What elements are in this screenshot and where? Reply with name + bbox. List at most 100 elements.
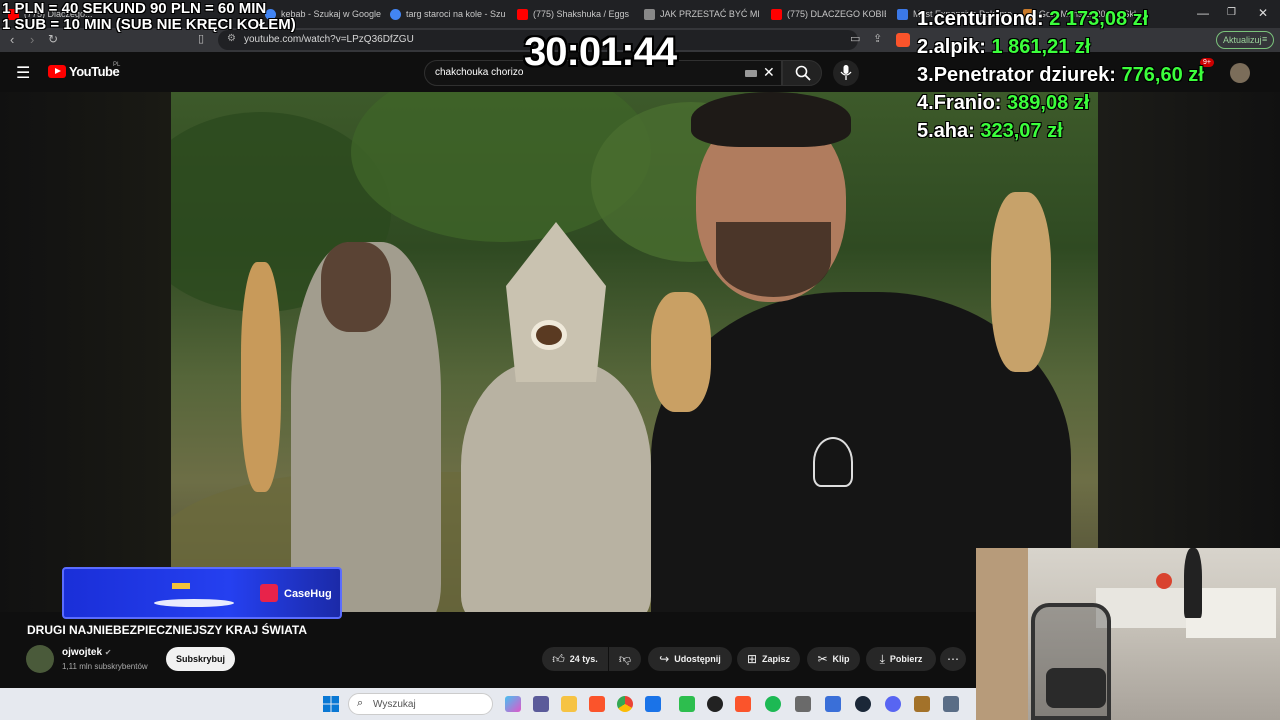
leaderboard-row: 4.Franio: 389,08 zł bbox=[917, 92, 1090, 114]
obs-icon[interactable] bbox=[707, 696, 723, 712]
brave-shield-icon[interactable] bbox=[896, 33, 910, 47]
download-icon: ⤓ bbox=[879, 651, 885, 666]
menu-icon: ≡ bbox=[1262, 34, 1268, 44]
channel-avatar[interactable] bbox=[26, 645, 54, 673]
google-favicon-icon bbox=[390, 8, 401, 20]
dislike-button[interactable]: 👎︎ bbox=[609, 647, 641, 671]
leaderboard-row: 5.aha: 323,07 zł bbox=[917, 120, 1063, 142]
calculator-icon[interactable] bbox=[795, 696, 811, 712]
painted-figure-face bbox=[321, 242, 391, 332]
grass-tassel bbox=[241, 262, 281, 492]
tribal-mask bbox=[506, 222, 606, 382]
task-view-icon[interactable] bbox=[533, 696, 549, 712]
donation-rate-text: 1 PLN = 40 SEKUND 90 PLN = 60 MIN bbox=[2, 0, 267, 17]
grass-tassel bbox=[651, 292, 711, 412]
subathon-timer: 30:01:44 bbox=[524, 30, 677, 74]
browser-tab[interactable]: (775) DLACZEGO KOBIETY bbox=[771, 4, 886, 24]
spotify-icon[interactable] bbox=[765, 696, 781, 712]
account-avatar[interactable] bbox=[1230, 63, 1250, 83]
hamburger-menu-icon[interactable]: ☰ bbox=[16, 63, 30, 83]
donation-leaderboard: 1.centuriond: 2 173,08 zł 2.alpik: 1 861… bbox=[917, 8, 1204, 148]
discord-icon[interactable] bbox=[885, 696, 901, 712]
player-letterbox-left bbox=[0, 92, 171, 612]
back-icon[interactable]: ‹ bbox=[10, 32, 14, 47]
app-icon[interactable] bbox=[645, 696, 661, 712]
subscribe-button[interactable]: Subskrybuj bbox=[166, 647, 235, 671]
browser-tab[interactable]: JAK PRZESTAĆ BYĆ MIŁYM bbox=[644, 4, 759, 24]
webcam-overlay bbox=[976, 548, 1280, 720]
site-info-icon[interactable]: ⚙ bbox=[227, 33, 236, 44]
brave-browser-icon[interactable] bbox=[589, 696, 605, 712]
maximize-icon[interactable]: ❐ bbox=[1227, 7, 1236, 18]
painted-figure bbox=[461, 362, 651, 612]
person-beard bbox=[716, 222, 831, 297]
subscription-rate-text: 1 SUB = 10 MIN (SUB NIE KRĘCI KOŁEM) bbox=[2, 16, 296, 33]
channel-name[interactable]: ojwojtek ✔ bbox=[62, 647, 112, 658]
close-window-icon[interactable]: ✕ bbox=[1258, 6, 1268, 20]
page-favicon-icon bbox=[644, 8, 655, 20]
windows-taskbar: ⌕ Wyszukaj bbox=[0, 688, 976, 720]
leaderboard-row: 1.centuriond: 2 173,08 zł bbox=[917, 8, 1149, 30]
youtube-favicon-icon bbox=[517, 8, 528, 20]
windows-start-icon[interactable] bbox=[323, 696, 339, 712]
search-button[interactable] bbox=[782, 60, 822, 86]
person-in-kitchen bbox=[1184, 548, 1202, 618]
more-actions-button[interactable]: ⋯ bbox=[940, 647, 966, 671]
game-icon[interactable] bbox=[914, 696, 930, 712]
thumbs-up-icon: 👍︎ bbox=[552, 651, 565, 666]
leaderboard-row: 2.alpik: 1 861,21 zł bbox=[917, 36, 1091, 58]
save-button[interactable]: ⊞ Zapisz bbox=[737, 647, 800, 671]
youtube-logo-text[interactable]: YouTube bbox=[69, 64, 120, 79]
search-icon: ⌕ bbox=[357, 697, 364, 709]
youtube-logo-icon[interactable] bbox=[48, 65, 66, 78]
casehug-logo-icon bbox=[260, 584, 278, 602]
share-icon: ↪ bbox=[659, 652, 670, 666]
notepad-icon[interactable] bbox=[825, 696, 841, 712]
microphone-icon bbox=[840, 65, 852, 80]
forward-icon[interactable]: › bbox=[30, 32, 34, 47]
microphone bbox=[1046, 668, 1106, 708]
xbox-icon[interactable] bbox=[679, 696, 695, 712]
player-letterbox-right bbox=[1098, 92, 1280, 548]
sponsor-name: CaseHug bbox=[284, 588, 332, 600]
more-icon: ⋯ bbox=[947, 652, 959, 666]
taskbar-search-input[interactable]: ⌕ Wyszukaj bbox=[348, 693, 493, 715]
grass-tassel bbox=[991, 192, 1051, 372]
share-page-icon[interactable]: ⇪ bbox=[873, 32, 882, 45]
gold-bar-graphic bbox=[172, 583, 190, 589]
browser-tab[interactable]: (775) Shakshuka / Eggs po bbox=[517, 4, 632, 24]
sponsor-banner: CaseHug bbox=[62, 567, 342, 619]
clear-search-icon[interactable]: ✕ bbox=[763, 64, 775, 81]
update-browser-button[interactable]: Aktualizuj ≡ bbox=[1216, 31, 1274, 49]
country-code: PL bbox=[113, 62, 121, 68]
tribal-mask-mouth bbox=[531, 320, 567, 350]
subscriber-count: 1,11 mln subskrybentów bbox=[62, 662, 148, 671]
reload-icon[interactable]: ↻ bbox=[48, 32, 58, 46]
clip-button[interactable]: ✂ Klip bbox=[807, 647, 860, 671]
bookmark-icon[interactable]: ▯ bbox=[198, 32, 204, 45]
share-button[interactable]: ↪ Udostępnij bbox=[648, 647, 732, 671]
cast-icon[interactable]: ▭ bbox=[850, 32, 860, 45]
voice-search-button[interactable] bbox=[833, 60, 859, 86]
leaderboard-row: 3.Penetrator dziurek: 776,60 zł bbox=[917, 64, 1204, 86]
person-hair bbox=[691, 92, 851, 147]
copilot-icon[interactable] bbox=[505, 696, 521, 712]
file-explorer-icon[interactable] bbox=[561, 696, 577, 712]
thumbs-down-icon: 👎︎ bbox=[618, 651, 632, 666]
settings-icon[interactable] bbox=[943, 696, 959, 712]
flowers bbox=[1156, 573, 1172, 589]
keyboard-icon[interactable] bbox=[745, 70, 757, 77]
video-player[interactable] bbox=[171, 92, 1098, 612]
browser-tab[interactable]: targ staroci na kole - Szuk bbox=[390, 4, 505, 24]
like-button[interactable]: 👍︎ 24 tys. bbox=[542, 647, 608, 671]
door-frame bbox=[976, 548, 1028, 720]
shirt-logo bbox=[813, 437, 853, 487]
brave-browser-icon[interactable] bbox=[735, 696, 751, 712]
verified-icon: ✔ bbox=[104, 648, 112, 657]
youtube-favicon-icon bbox=[771, 8, 782, 20]
steam-icon[interactable] bbox=[855, 696, 871, 712]
kitchen-counter bbox=[1096, 588, 1196, 628]
chrome-icon[interactable] bbox=[617, 696, 633, 712]
banner-swoosh bbox=[154, 599, 234, 607]
download-button[interactable]: ⤓ Pobierz bbox=[866, 647, 936, 671]
